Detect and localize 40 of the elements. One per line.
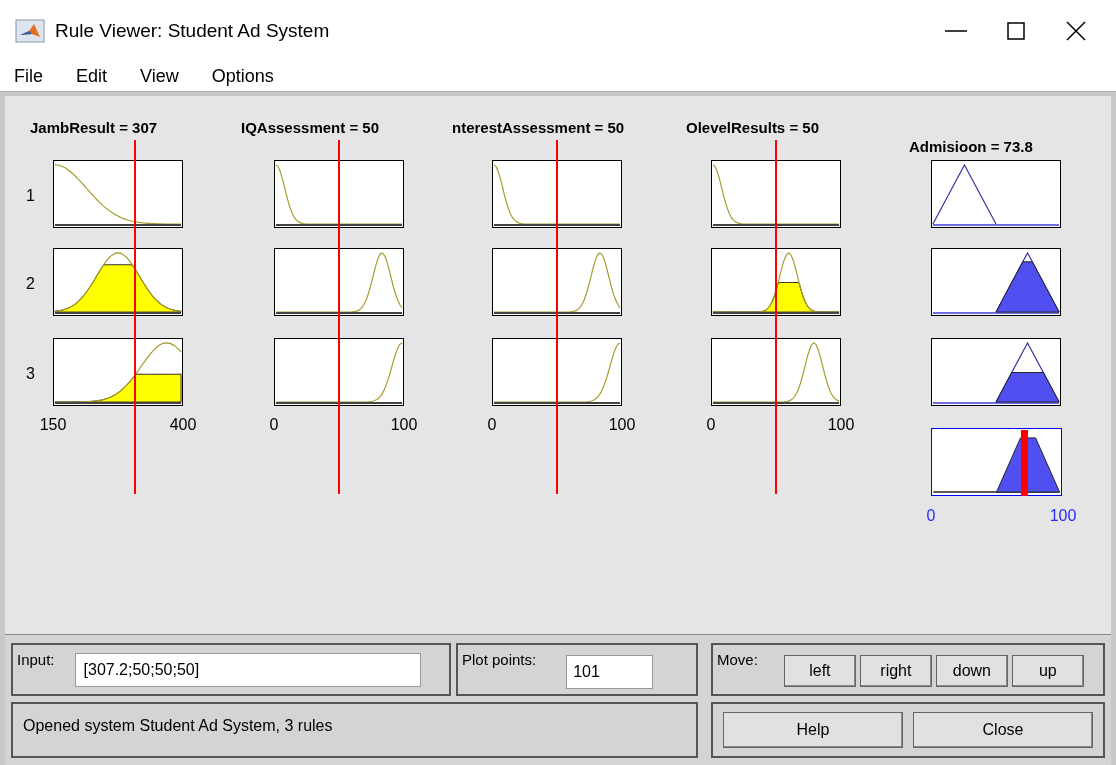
rule-number: 1 [26,186,35,206]
move-button[interactable]: down [935,655,1008,687]
input-value-line[interactable] [556,140,558,494]
menu-item[interactable]: Options [211,63,274,90]
axis-tick-label: 0 [706,415,716,435]
axis-tick-label: 100 [1049,506,1077,526]
window-title: Rule Viewer: Student Ad System [55,18,330,43]
move-button[interactable]: up [1011,655,1084,687]
input-value-line[interactable] [775,140,777,494]
axis-tick-label: 100 [608,415,636,435]
input-value-line[interactable] [338,140,340,494]
axis-tick-label: 0 [487,415,497,435]
axis-tick-label: 0 [269,415,279,435]
menu-item[interactable]: File [14,63,43,90]
axis-tick-label: 100 [390,415,418,435]
input-field[interactable]: [307.2;50;50;50] [74,653,421,687]
rule-number: 2 [26,274,35,294]
move-button[interactable]: left [783,655,856,687]
input-label: Input: [17,650,55,670]
axis-tick-label: 400 [169,415,197,435]
status-text: Opened system Student Ad System, 3 rules [23,717,333,734]
action-button[interactable]: Close [913,712,1093,748]
output-title: Admisioon = 73.8 [909,137,1033,157]
axis-tick-label: 100 [827,415,855,435]
input-value-line[interactable] [133,140,136,494]
rule-number: 3 [26,364,35,384]
plot-points-label: Plot points: [462,650,537,670]
menu-item[interactable]: View [140,63,179,90]
action-button[interactable]: Help [723,712,903,748]
app-logo-icon [15,19,45,43]
input-title: JambResult = 307 [30,118,158,138]
plot-points-field[interactable]: 101 [566,655,654,689]
input-title: OlevelResults = 50 [686,118,819,138]
input-title: nterestAssessment = 50 [452,118,625,138]
move-button[interactable]: right [859,655,932,687]
axis-tick-label: 150 [39,415,67,435]
axis-tick-label: 0 [926,506,936,526]
menu-item[interactable]: Edit [76,63,108,90]
input-title: IQAssessment = 50 [241,118,379,138]
move-label: Move: [717,650,758,670]
